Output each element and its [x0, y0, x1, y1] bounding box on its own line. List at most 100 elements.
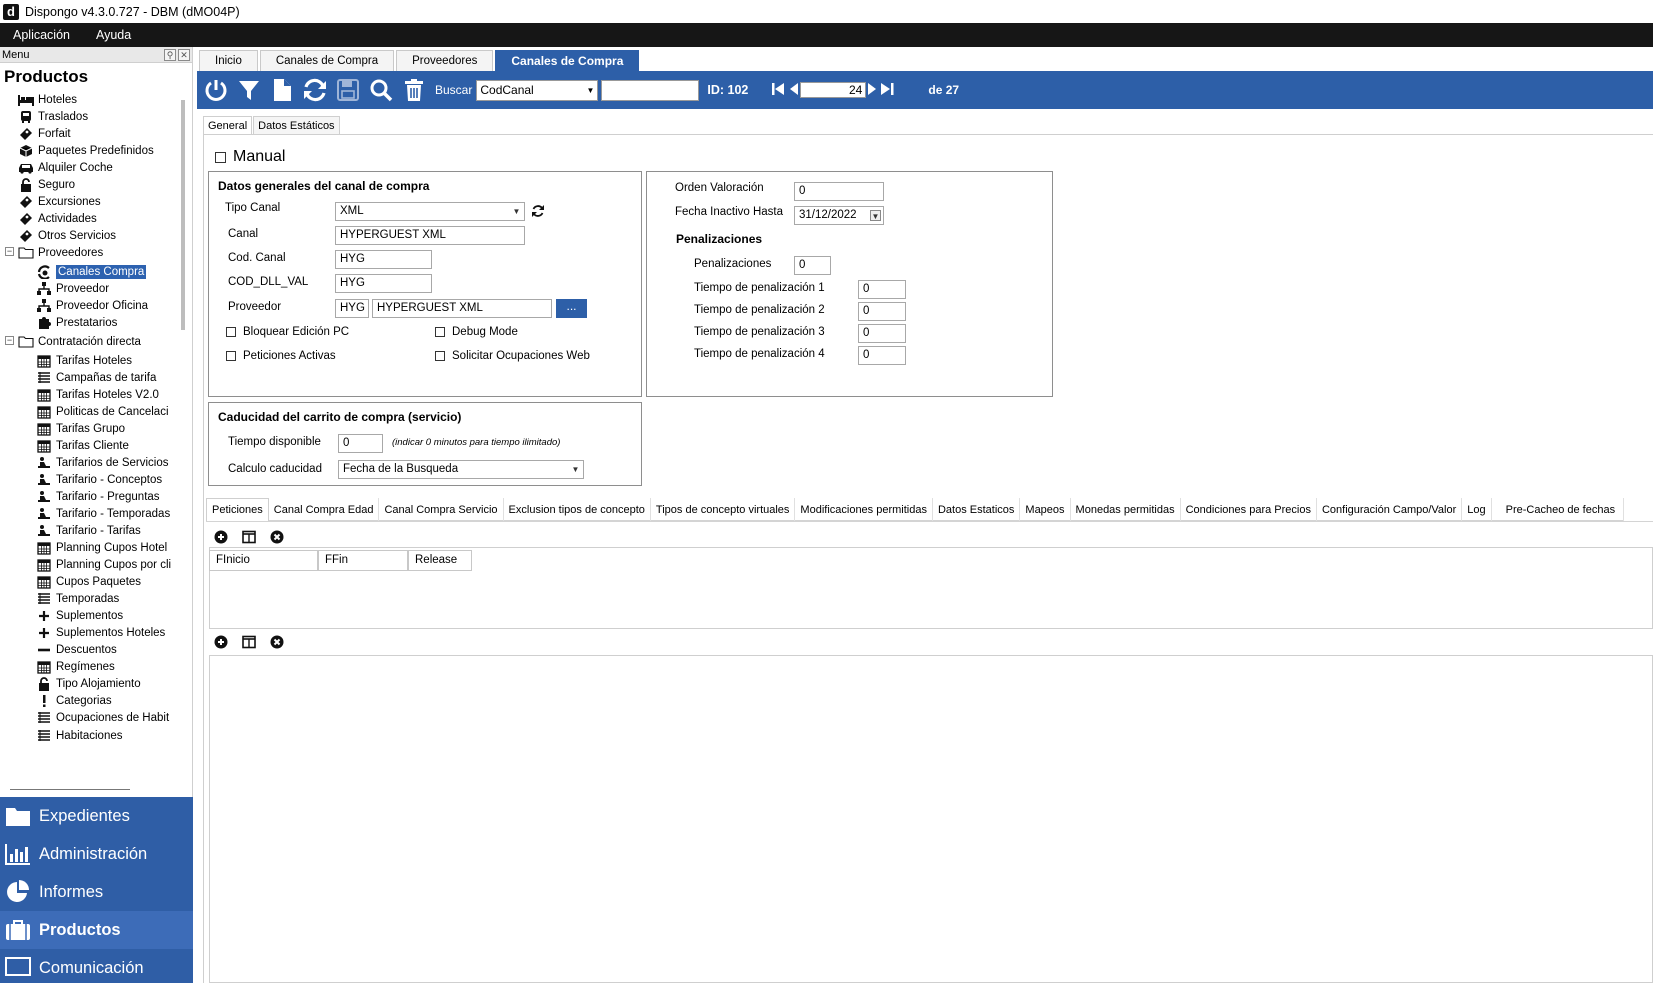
detail-tab-canal-compra-servicio[interactable]: Canal Compra Servicio	[379, 498, 504, 521]
detail-tab-log[interactable]: Log	[1462, 498, 1492, 521]
nav-productos[interactable]: Productos	[0, 911, 193, 949]
tree-item-tarifario-tarifas[interactable]: Tarifario - Tarifas	[36, 522, 141, 539]
debug-checkbox-box[interactable]	[435, 327, 445, 337]
detail-tab-canal-compra-edad[interactable]: Canal Compra Edad	[269, 498, 380, 521]
tiempo-penalizacion-input[interactable]: 0	[858, 324, 906, 343]
last-record-icon[interactable]	[878, 81, 896, 100]
bloquear-checkbox-box[interactable]	[226, 327, 236, 337]
tree-item-tipo-alojamiento[interactable]: Tipo Alojamiento	[36, 675, 141, 692]
detail-tab-peticiones[interactable]: Peticiones	[206, 498, 269, 521]
cod-dll-input[interactable]: HYG	[335, 274, 432, 293]
calculo-caducidad-select[interactable]: Fecha de la Busqueda ▼	[338, 460, 584, 479]
tree-item-forfait[interactable]: Forfait	[18, 125, 71, 142]
tab-datos-estaticos[interactable]: Datos Estáticos	[253, 116, 340, 134]
detail-tab-datos-estaticos[interactable]: Datos Estaticos	[933, 498, 1021, 521]
grid-detail[interactable]	[209, 655, 1653, 983]
tab-canales-compra-active[interactable]: Canales de Compra	[495, 50, 640, 71]
tree-item-politicas-de-cancelaci[interactable]: Politicas de Cancelaci	[36, 403, 169, 420]
bloquear-checkbox[interactable]: Bloquear Edición PC	[226, 326, 349, 338]
tree-item-tarifas-grupo[interactable]: Tarifas Grupo	[36, 420, 125, 437]
orden-input[interactable]: 0	[794, 182, 884, 201]
tree-item-habitaciones[interactable]: Habitaciones	[36, 727, 122, 744]
tree-item-planning-cupos-hotel[interactable]: Planning Cupos Hotel	[36, 539, 167, 556]
tree-item-tarifas-cliente[interactable]: Tarifas Cliente	[36, 437, 129, 454]
peticiones-checkbox-box[interactable]	[226, 351, 236, 361]
tiempo-penalizacion-input[interactable]: 0	[858, 280, 906, 299]
grid-col-finicio[interactable]: FInicio	[209, 550, 318, 571]
collapse-toggle-icon[interactable]: −	[5, 336, 14, 345]
tab-general[interactable]: General	[203, 116, 253, 134]
tree-item-prestatarios[interactable]: Prestatarios	[36, 314, 117, 331]
tab-inicio[interactable]: Inicio	[199, 50, 258, 71]
tree-item-hoteles[interactable]: Hoteles	[18, 91, 77, 108]
next-record-icon[interactable]	[866, 81, 878, 100]
tree-item-categorias[interactable]: Categorias	[36, 692, 112, 709]
search-icon[interactable]	[367, 76, 395, 104]
tree-item-ocupaciones-de-habit[interactable]: Ocupaciones de Habit	[36, 709, 169, 726]
menu-ayuda[interactable]: Ayuda	[83, 28, 144, 42]
tree-item-traslados[interactable]: Traslados	[18, 108, 88, 125]
tipo-canal-select[interactable]: XML ▼	[335, 202, 525, 221]
record-number-input[interactable]: 24	[800, 82, 867, 98]
manual-checkbox-box[interactable]	[215, 151, 226, 163]
add-circle-icon[interactable]	[214, 635, 228, 649]
nav-comunicaci-n[interactable]: Comunicación	[0, 949, 193, 987]
detail-tab-exclusion-tipos-de-concepto[interactable]: Exclusion tipos de concepto	[504, 498, 651, 521]
tree-item-proveedor-oficina[interactable]: Proveedor Oficina	[36, 297, 148, 314]
tab-canales-compra[interactable]: Canales de Compra	[259, 50, 395, 71]
save-icon[interactable]	[334, 76, 362, 104]
remove-circle-icon[interactable]	[270, 530, 284, 544]
tree-item-suplementos[interactable]: Suplementos	[36, 607, 123, 624]
tab-proveedores[interactable]: Proveedores	[396, 50, 494, 71]
tree-item-excursiones[interactable]: Excursiones	[18, 193, 101, 210]
tree-item-proveedor[interactable]: Proveedor	[36, 280, 109, 297]
peticiones-checkbox[interactable]: Peticiones Activas	[226, 350, 336, 362]
tiempo-penalizacion-input[interactable]: 0	[858, 346, 906, 365]
collapse-toggle-icon[interactable]: −	[5, 247, 14, 256]
manual-checkbox[interactable]: Manual	[215, 148, 285, 166]
tree-item-campa-as-de-tarifa[interactable]: Campañas de tarifa	[36, 369, 156, 386]
tiempo-disponible-input[interactable]: 0	[338, 434, 383, 453]
search-input[interactable]	[601, 79, 700, 101]
grid-col-release[interactable]: Release	[408, 550, 472, 571]
tree-item-suplementos-hoteles[interactable]: Suplementos Hoteles	[36, 624, 165, 641]
detail-tab-condiciones-para-precios[interactable]: Condiciones para Precios	[1181, 498, 1317, 521]
tree-item-tarifas-hoteles-v2-0[interactable]: Tarifas Hoteles V2.0	[36, 386, 159, 403]
nav-informes[interactable]: Informes	[0, 873, 193, 911]
nav-administraci-n[interactable]: Administración	[0, 835, 193, 873]
prev-record-icon[interactable]	[788, 81, 800, 100]
tree-item-planning-cupos-por-cli[interactable]: Planning Cupos por cli	[36, 556, 171, 573]
add-circle-icon[interactable]	[214, 530, 228, 544]
tree-item-canales-compra[interactable]: Canales Compra	[36, 263, 147, 280]
tree-item-paquetes-predefinidos[interactable]: Paquetes Predefinidos	[18, 142, 154, 159]
new-document-icon[interactable]	[268, 76, 296, 104]
fecha-inactivo-input[interactable]: 31/12/2022 ▼	[794, 206, 884, 225]
tree-item-descuentos[interactable]: Descuentos	[36, 641, 117, 658]
nav-expedientes[interactable]: Expedientes	[0, 797, 193, 835]
detail-tab-tipos-de-concepto-virtuales[interactable]: Tipos de concepto virtuales	[651, 498, 796, 521]
solicitar-checkbox[interactable]: Solicitar Ocupaciones Web	[435, 350, 590, 362]
detail-tab-mapeos[interactable]: Mapeos	[1020, 498, 1071, 521]
remove-circle-icon[interactable]	[270, 635, 284, 649]
tree-item-temporadas[interactable]: Temporadas	[36, 590, 119, 607]
power-icon[interactable]	[202, 76, 230, 104]
detail-tab-modificaciones-permitidas[interactable]: Modificaciones permitidas	[795, 498, 933, 521]
tree-hscroll[interactable]	[10, 789, 130, 790]
cod-canal-input[interactable]: HYG	[335, 250, 432, 269]
detail-tab-monedas-permitidas[interactable]: Monedas permitidas	[1071, 498, 1181, 521]
detail-tab-configuraci-n-campo-valor[interactable]: Configuración Campo/Valor	[1317, 498, 1463, 521]
canal-input[interactable]: HYPERGUEST XML	[335, 226, 525, 245]
tree-item-tarifario-conceptos[interactable]: Tarifario - Conceptos	[36, 471, 162, 488]
refresh-icon[interactable]	[531, 204, 545, 221]
tree-item-seguro[interactable]: Seguro	[18, 176, 75, 193]
trash-icon[interactable]	[400, 76, 428, 104]
refresh-icon[interactable]	[301, 76, 329, 104]
tree-item-tarifario-preguntas[interactable]: Tarifario - Preguntas	[36, 488, 160, 505]
search-field-select[interactable]: CodCanal ▼	[476, 79, 599, 101]
solicitar-checkbox-box[interactable]	[435, 351, 445, 361]
debug-checkbox[interactable]: Debug Mode	[435, 326, 518, 338]
grid-col-ffin[interactable]: FFin	[318, 550, 408, 571]
proveedor-code-input[interactable]: HYG	[335, 299, 369, 318]
filter-icon[interactable]	[235, 76, 263, 104]
tree-item-tarifas-hoteles[interactable]: Tarifas Hoteles	[36, 352, 132, 369]
